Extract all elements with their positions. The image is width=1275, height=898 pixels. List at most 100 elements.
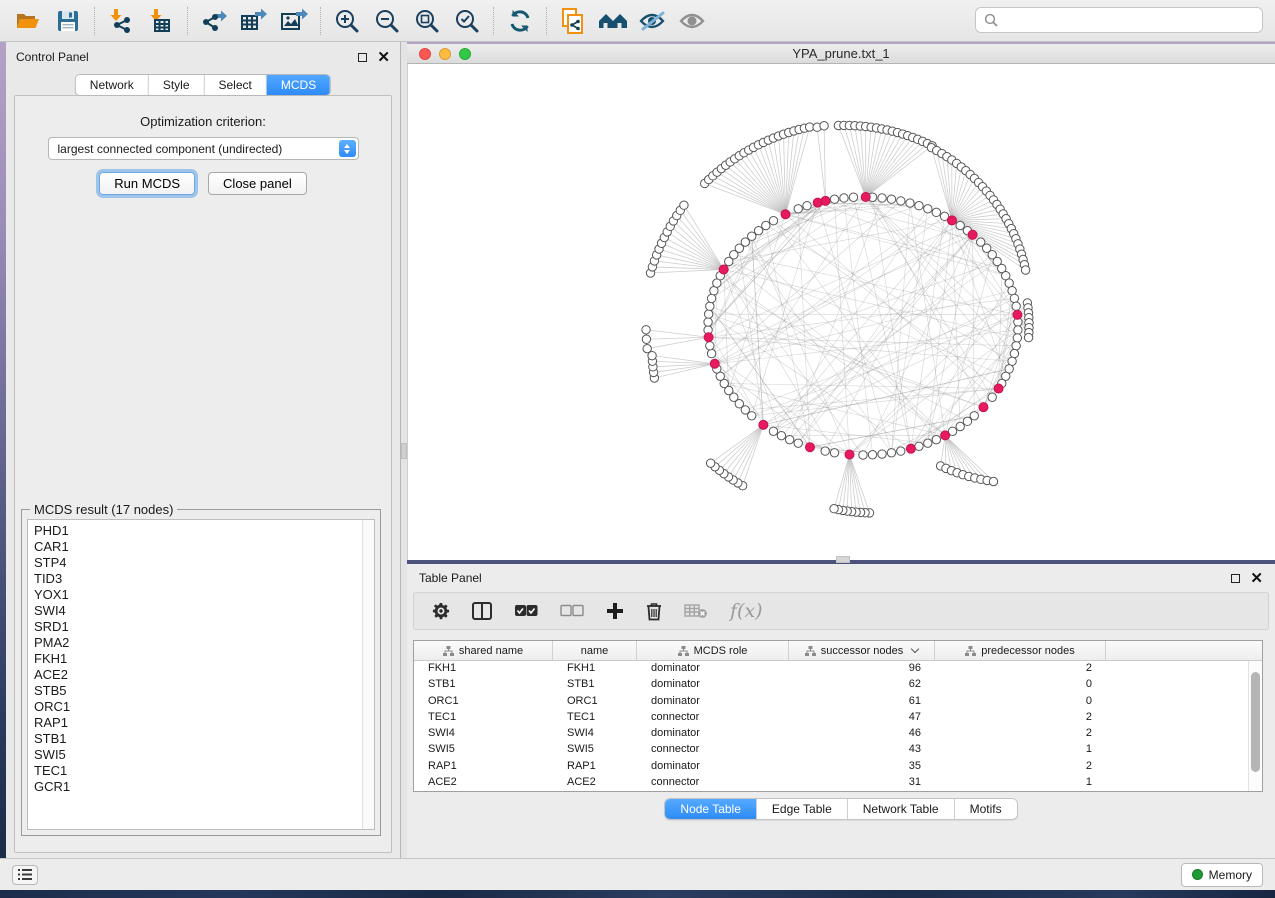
mcds-result-item[interactable]: PHD1 (34, 523, 374, 539)
column-settings-icon[interactable] (432, 602, 450, 620)
tab-network[interactable]: Network (76, 75, 149, 95)
mcds-result-item[interactable]: TEC1 (34, 763, 374, 779)
network-node[interactable] (762, 221, 770, 229)
mcds-result-item[interactable]: SRD1 (34, 619, 374, 635)
export-table-icon[interactable] (234, 4, 274, 38)
leaf-node[interactable] (989, 477, 997, 485)
column-header-name[interactable]: name (553, 641, 637, 660)
mcds-result-item[interactable]: ORC1 (34, 699, 374, 715)
show-hidden-icon[interactable] (673, 4, 713, 38)
network-node[interactable] (878, 450, 886, 458)
zoom-out-icon[interactable] (367, 4, 407, 38)
mcds-result-item[interactable]: STB5 (34, 683, 374, 699)
column-header-predecessor-nodes[interactable]: predecessor nodes (935, 641, 1106, 660)
panel-layout-icon[interactable] (472, 602, 492, 620)
float-table-panel-icon[interactable] (1231, 574, 1240, 583)
mcds-hub-node[interactable] (805, 443, 814, 452)
network-node[interactable] (785, 435, 793, 443)
tab-edge-table[interactable]: Edge Table (757, 799, 848, 819)
deselect-all-icon[interactable] (560, 604, 584, 618)
network-node[interactable] (777, 431, 785, 439)
mcds-result-item[interactable]: YOX1 (34, 587, 374, 603)
network-node[interactable] (878, 194, 886, 202)
delete-column-icon[interactable] (646, 602, 662, 621)
run-mcds-button[interactable]: Run MCDS (99, 172, 195, 195)
mcds-result-item[interactable]: ACE2 (34, 667, 374, 683)
table-row[interactable]: SWI5SWI5connector431 (414, 742, 1248, 758)
zoom-selected-icon[interactable] (447, 4, 487, 38)
network-node[interactable] (1008, 286, 1016, 294)
network-node[interactable] (1013, 334, 1021, 342)
leaf-node[interactable] (680, 201, 688, 209)
import-network-icon[interactable] (101, 4, 141, 38)
tab-motifs[interactable]: Motifs (955, 799, 1017, 819)
network-node[interactable] (932, 435, 940, 443)
network-node[interactable] (915, 202, 923, 210)
mcds-hub-node[interactable] (979, 403, 988, 412)
network-node[interactable] (956, 422, 964, 430)
mcds-result-item[interactable]: FKH1 (34, 651, 374, 667)
leaf-node[interactable] (1024, 333, 1032, 341)
mcds-result-item[interactable]: RAP1 (34, 715, 374, 731)
network-node[interactable] (803, 202, 811, 210)
mcds-hub-node[interactable] (719, 265, 728, 274)
mcds-list-scrollbar[interactable] (362, 520, 374, 829)
mcds-hub-node[interactable] (1013, 310, 1022, 319)
network-node[interactable] (897, 197, 905, 205)
mcds-result-list[interactable]: PHD1CAR1STP4TID3YOX1SWI4SRD1PMA2FKH1ACE2… (27, 519, 375, 830)
table-row[interactable]: ORC1ORC1dominator610 (414, 694, 1248, 710)
network-node[interactable] (704, 310, 712, 318)
hide-selected-icon[interactable] (633, 4, 673, 38)
mcds-hub-node[interactable] (947, 216, 956, 225)
horizontal-splitter-handle[interactable] (836, 556, 850, 563)
delete-table-icon[interactable] (684, 603, 708, 619)
network-node[interactable] (932, 208, 940, 216)
search-input[interactable] (1004, 13, 1254, 27)
leaf-node[interactable] (648, 351, 656, 359)
mcds-result-item[interactable]: SWI4 (34, 603, 374, 619)
table-scrollbar-thumb[interactable] (1251, 672, 1260, 772)
table-scrollbar[interactable] (1248, 661, 1262, 791)
table-row[interactable]: SWI4SWI4dominator462 (414, 726, 1248, 742)
column-header-shared-name[interactable]: shared name (414, 641, 553, 660)
network-titlebar[interactable]: YPA_prune.txt_1 (407, 44, 1275, 64)
duplicate-network-icon[interactable] (553, 4, 593, 38)
network-node[interactable] (988, 393, 996, 401)
network-node[interactable] (769, 427, 777, 435)
network-node[interactable] (1014, 326, 1022, 334)
zoom-fit-icon[interactable] (407, 4, 447, 38)
mcds-result-item[interactable]: TID3 (34, 571, 374, 587)
table-row[interactable]: YOX1YOX1connector291 (414, 791, 1248, 792)
network-node[interactable] (956, 221, 964, 229)
network-node[interactable] (821, 447, 829, 455)
network-node[interactable] (868, 451, 876, 459)
leaf-node[interactable] (1021, 266, 1029, 274)
mcds-hub-node[interactable] (906, 444, 915, 453)
mcds-hub-node[interactable] (759, 420, 768, 429)
network-node[interactable] (924, 205, 932, 213)
network-node[interactable] (830, 449, 838, 457)
network-node[interactable] (897, 447, 905, 455)
network-node[interactable] (769, 217, 777, 225)
mcds-hub-node[interactable] (994, 384, 1003, 393)
select-all-check-icon[interactable] (514, 604, 538, 618)
open-file-icon[interactable] (8, 4, 48, 38)
optimization-criterion-select[interactable]: largest connected component (undirected) (48, 137, 359, 160)
apply-layout-icon[interactable] (500, 4, 540, 38)
float-panel-icon[interactable] (358, 53, 367, 62)
network-node[interactable] (1010, 349, 1018, 357)
table-row[interactable]: ACE2ACE2connector311 (414, 775, 1248, 791)
network-node[interactable] (1012, 342, 1020, 350)
close-panel-button[interactable]: Close panel (208, 172, 307, 195)
function-builder-icon[interactable]: f(x) (730, 600, 763, 622)
mcds-hub-node[interactable] (781, 210, 790, 219)
network-node[interactable] (840, 194, 848, 202)
mcds-result-item[interactable]: CAR1 (34, 539, 374, 555)
tab-style[interactable]: Style (149, 75, 205, 95)
close-table-panel-icon[interactable]: ✕ (1250, 574, 1263, 583)
close-panel-icon[interactable]: ✕ (377, 53, 390, 62)
mcds-hub-node[interactable] (710, 359, 719, 368)
network-node[interactable] (707, 349, 715, 357)
tab-mcds[interactable]: MCDS (267, 75, 330, 95)
network-node[interactable] (830, 195, 838, 203)
